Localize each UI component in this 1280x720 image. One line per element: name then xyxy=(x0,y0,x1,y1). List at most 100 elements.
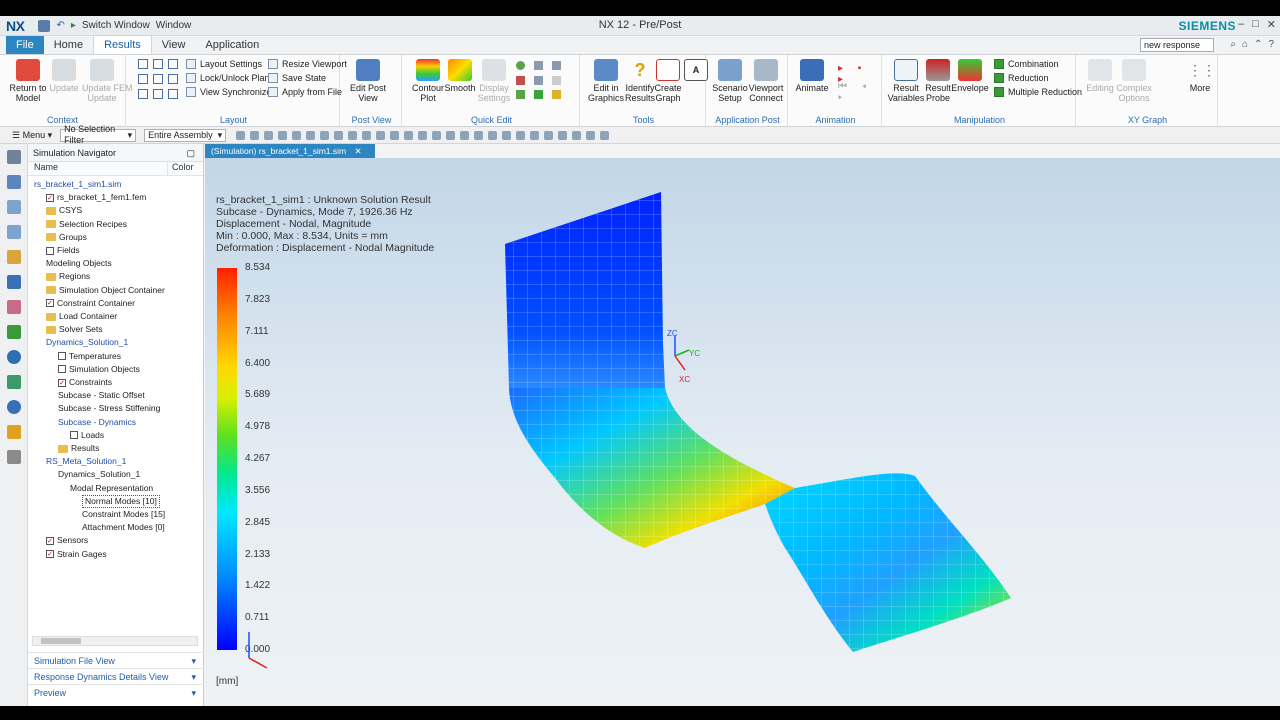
visibility-checkbox[interactable] xyxy=(58,365,66,374)
panel-preview[interactable]: Preview ▾ xyxy=(28,684,204,700)
update-fem-button[interactable]: Update FEM Update xyxy=(82,59,133,103)
menu-button[interactable]: ☰ Menu ▾ xyxy=(12,130,52,141)
visibility-checkbox[interactable]: ✓ xyxy=(46,550,54,559)
more-button[interactable]: ⋮⋮ More xyxy=(1180,59,1220,93)
tree-node[interactable]: Dynamics_Solution_1 xyxy=(58,468,140,481)
tree-node[interactable]: Load Container xyxy=(46,310,117,323)
system-materials-icon[interactable] xyxy=(6,425,21,439)
history-icon[interactable] xyxy=(6,375,21,389)
visibility-checkbox[interactable]: ✓ xyxy=(46,536,54,545)
tree-node[interactable]: Solver Sets xyxy=(46,323,102,336)
close-icon[interactable]: ✕ xyxy=(1267,18,1276,31)
return-to-model-button[interactable]: Return to Model xyxy=(8,59,48,103)
tree-node[interactable]: Simulation Object Container xyxy=(46,284,165,297)
reuse-library-icon[interactable] xyxy=(6,250,21,264)
tree-node[interactable]: Dynamics_Solution_1 xyxy=(46,336,128,349)
graphics-window[interactable]: rs_bracket_1_sim1 : Unknown Solution Res… xyxy=(205,158,1280,706)
edit-post-view-button[interactable]: Edit Post View xyxy=(348,59,388,103)
tab-file[interactable]: File xyxy=(6,36,44,54)
column-name[interactable]: Name xyxy=(28,162,168,175)
visibility-checkbox[interactable] xyxy=(58,352,66,361)
close-tab-icon[interactable]: ✕ xyxy=(354,146,361,156)
home-icon[interactable]: ⌂ xyxy=(1242,39,1248,50)
tree-node[interactable]: Regions xyxy=(46,270,90,283)
visibility-checkbox[interactable] xyxy=(70,431,78,440)
tree-node[interactable]: RS_Meta_Solution_1 xyxy=(46,455,126,468)
maximize-icon[interactable]: □ xyxy=(1252,18,1259,31)
command-search-input[interactable]: new response xyxy=(1140,38,1214,52)
update-button[interactable]: Update xyxy=(44,59,84,93)
tree-node[interactable]: Loads xyxy=(70,429,104,442)
visibility-checkbox[interactable]: ✓ xyxy=(46,299,54,308)
selection-tools[interactable] xyxy=(236,130,610,140)
tree-node[interactable]: Normal Modes [10] xyxy=(82,494,160,508)
tree-node[interactable]: Constraint Modes [15] xyxy=(82,508,165,521)
tab-home[interactable]: Home xyxy=(44,36,93,54)
tree-node[interactable]: Subcase - Stress Stiffening xyxy=(58,402,160,415)
tree-node[interactable]: ✓ Constraints xyxy=(58,376,112,389)
resize-viewport-button[interactable]: Resize Viewport xyxy=(268,59,347,69)
animate-button[interactable]: Animate xyxy=(792,59,832,93)
layout-settings-button[interactable]: Layout Settings xyxy=(186,59,262,69)
visibility-checkbox[interactable]: ✓ xyxy=(58,378,66,387)
reduction-button[interactable]: Reduction xyxy=(994,73,1049,83)
tab-application[interactable]: Application xyxy=(195,36,269,54)
column-color[interactable]: Color xyxy=(168,162,194,175)
constraint-navigator-icon[interactable] xyxy=(6,300,21,314)
viewport-layout-grid[interactable] xyxy=(138,59,182,101)
tree-node[interactable]: ✓ Strain Gages xyxy=(46,548,107,561)
tree-node[interactable]: Groups xyxy=(46,231,87,244)
process-studio-icon[interactable] xyxy=(6,450,21,464)
scroll-thumb[interactable] xyxy=(41,638,81,644)
selection-filter-dropdown[interactable]: No Selection Filter ▾ xyxy=(60,124,137,145)
post-navigator-icon[interactable] xyxy=(6,275,21,289)
help-icon[interactable]: ? xyxy=(1268,39,1274,50)
horizontal-scrollbar[interactable] xyxy=(32,636,198,646)
view-synchronize-button[interactable]: View Synchronize xyxy=(186,87,271,97)
tree-node[interactable]: Fields xyxy=(46,244,80,257)
tree-node[interactable]: ✓ Constraint Container xyxy=(46,297,135,310)
simulation-navigator-icon[interactable] xyxy=(6,175,21,189)
clock-icon[interactable] xyxy=(6,400,21,414)
complex-options-button[interactable]: Complex Options xyxy=(1114,59,1154,103)
combination-button[interactable]: Combination xyxy=(994,59,1059,69)
tree-node[interactable]: Results xyxy=(58,442,99,455)
panel-response-dynamics-details-view[interactable]: Response Dynamics Details View ▾ xyxy=(28,668,204,684)
undo-icon[interactable]: ↶ xyxy=(56,20,64,31)
multiple-reduction-button[interactable]: Multiple Reduction xyxy=(994,87,1082,97)
envelope-button[interactable]: Envelope xyxy=(950,59,990,93)
assembly-navigator-icon[interactable] xyxy=(6,225,21,239)
lock-unlock-plane-button[interactable]: Lock/Unlock Plane xyxy=(186,73,275,83)
roles-icon[interactable] xyxy=(6,325,21,339)
tree-node[interactable]: Subcase - Dynamics xyxy=(58,416,136,429)
tree-node[interactable]: Subcase - Static Offset xyxy=(58,389,145,402)
settings-icon[interactable] xyxy=(6,150,21,164)
tree-node[interactable]: Simulation Objects xyxy=(58,363,140,376)
tab-view[interactable]: View xyxy=(152,36,196,54)
viewport-connect-button[interactable]: Viewport Connect xyxy=(746,59,786,103)
switch-window-button[interactable]: Switch Window xyxy=(82,20,150,31)
tree-node[interactable]: Modal Representation xyxy=(70,482,153,495)
tab-results[interactable]: Results xyxy=(93,35,152,54)
quick-edit-small-tools[interactable] xyxy=(516,61,572,101)
run-icon[interactable]: ▸ xyxy=(71,20,76,31)
graphics-window-tab[interactable]: (Simulation) rs_bracket_1_sim1.sim ✕ xyxy=(205,144,375,158)
panel-simulation-file-view[interactable]: Simulation File View ▾ xyxy=(28,652,204,668)
ribbon-collapse-icon[interactable]: ⌃ xyxy=(1254,39,1262,50)
visibility-checkbox[interactable] xyxy=(46,246,54,255)
tree-node[interactable]: Modeling Objects xyxy=(46,257,112,270)
minimize-icon[interactable]: – xyxy=(1238,18,1244,31)
scenario-setup-button[interactable]: Scenario Setup xyxy=(710,59,750,103)
display-settings-button[interactable]: Display Settings xyxy=(474,59,514,103)
apply-from-file-button[interactable]: Apply from File xyxy=(268,87,342,97)
tree-node[interactable]: CSYS xyxy=(46,204,82,217)
save-icon[interactable] xyxy=(38,19,51,32)
visibility-checkbox[interactable]: ✓ xyxy=(46,193,54,202)
tree-node[interactable]: Temperatures xyxy=(58,350,121,363)
save-state-button[interactable]: Save State xyxy=(268,73,326,83)
window-menu[interactable]: Window xyxy=(156,20,192,31)
search-icon[interactable]: ⌕ xyxy=(1230,39,1236,50)
restore-icon[interactable]: ▢ xyxy=(186,144,195,162)
part-navigator-icon[interactable] xyxy=(6,200,21,214)
tree-node[interactable]: Selection Recipes xyxy=(46,218,127,231)
